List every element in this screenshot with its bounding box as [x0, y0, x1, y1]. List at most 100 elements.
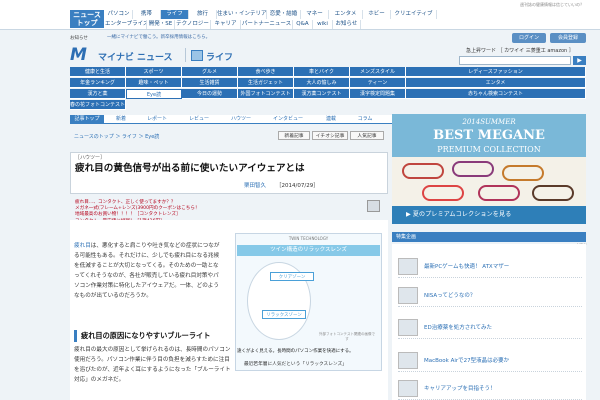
nav-pasokon[interactable]: パソコン [105, 10, 133, 19]
list-item[interactable]: 最新PCゲームも快適！ ATXマザー [398, 256, 582, 278]
list-item-title[interactable]: キャリアアップを目指そう！ [424, 384, 496, 392]
tag-featured[interactable]: イチオシ記事 [312, 131, 348, 140]
ad-footer-text: 最近若年層に人気だという「リラックスレンズ」 [244, 362, 347, 367]
tab-review[interactable]: レビュー [180, 115, 218, 124]
cat-kanji[interactable]: 漢字検定問題集 [350, 89, 406, 99]
login-button[interactable]: ログイン [512, 33, 546, 43]
cat-otona[interactable]: 大人の愉しみ [294, 78, 350, 88]
cat-tabearuki[interactable]: 食べ歩き [238, 67, 294, 77]
tab-rensai[interactable]: 連載 [316, 115, 346, 124]
glasses-image [422, 185, 464, 201]
cat-ladies[interactable]: レディースファッション [406, 67, 586, 77]
ad-top-label: TWIN TECHNOLOGY [288, 236, 329, 241]
mynavi-logo-mark[interactable]: M [70, 46, 96, 64]
article-date: ［2014/07/29］ [276, 183, 319, 189]
list-item[interactable]: ED治療薬を処方されてみた [398, 317, 582, 339]
banner-glasses-area [392, 157, 586, 206]
glasses-image [502, 165, 544, 181]
glasses-image [478, 185, 520, 201]
notice-label: お知らせ [70, 36, 88, 41]
cat-baby[interactable]: 赤ちゃん検索コンテスト [406, 89, 586, 99]
nav-oshirase[interactable]: お知らせ [333, 20, 361, 29]
cat-nenkin[interactable]: 年金ランキング [70, 78, 126, 88]
keyword-link[interactable]: 疲れ目 [74, 243, 91, 249]
sidebar-heading: 特集企画 [392, 232, 586, 242]
cat-kampo[interactable]: 漢方と薬 [70, 89, 126, 99]
tab-report[interactable]: レポート [138, 115, 176, 124]
cat-zakka[interactable]: 生活雑貨 [182, 78, 238, 88]
ad-note: 外部フォトコンテスト関連の画像です [319, 332, 375, 341]
nav-career[interactable]: キャリア [211, 20, 241, 29]
list-item[interactable]: キャリアアップを目指そう！ [398, 378, 582, 400]
news-top-logo[interactable]: ニュース トップ [70, 10, 104, 28]
cat-sports[interactable]: スポーツ [126, 67, 182, 77]
nav-sumai[interactable]: 住まい・インテリア [217, 10, 267, 19]
life-section-title[interactable]: ライフ [206, 50, 233, 63]
thumbnail [398, 258, 418, 275]
cat-kampo-contest[interactable]: 漢方薬コンテスト [294, 89, 350, 99]
nav-enterprise[interactable]: エンタープライズ [105, 20, 147, 29]
nav-ryoko[interactable]: 旅行 [189, 10, 217, 19]
tab-shinchaku[interactable]: 新着 [108, 115, 134, 124]
tab-howto[interactable]: ハウツー [222, 115, 260, 124]
cat-entame[interactable]: エンタメ [406, 78, 586, 88]
article-author[interactable]: 栗田智久 [244, 181, 266, 189]
nav-wiki[interactable]: wiki [313, 20, 333, 29]
list-item[interactable]: NISAってどうなの？ [398, 285, 582, 307]
cat-teen[interactable]: ティーン [350, 78, 406, 88]
article-headline: 疲れ目の黄色信号が出る前に使いたいアイウェアとは [75, 163, 305, 174]
print-icon[interactable] [367, 200, 380, 212]
list-item[interactable]: MacBook Airで27型液晶は必要か [398, 350, 582, 372]
cat-unsei[interactable]: 今日の運勢 [182, 89, 238, 99]
glasses-image [402, 163, 444, 179]
cat-mens[interactable]: メンズスタイル [350, 67, 406, 77]
tag-new-articles[interactable]: 新着記事 [278, 131, 310, 140]
tab-interview[interactable]: インタビュー [264, 115, 312, 124]
cat-shumi[interactable]: 趣味・ペット [126, 78, 182, 88]
nav-qa[interactable]: Q&A [293, 20, 313, 29]
banner-cta[interactable]: ▶ 夏のプレミアムコレクションを見る [392, 206, 586, 224]
recruit-link[interactable]: 一緒にマイナビで働こう。新卒採用情報はこちら。 [107, 34, 210, 40]
mynavi-news-logo[interactable]: マイナビ ニュース [98, 50, 173, 63]
nav-entame[interactable]: エンタメ [329, 10, 363, 19]
cat-photo[interactable]: 外国フォトコンテスト [238, 89, 294, 99]
section-heading: 疲れ目の原因になりやすいブルーライト [74, 330, 229, 342]
banner-subtitle: PREMIUM COLLECTION [437, 145, 541, 154]
list-item-title[interactable]: NISAってどうなの？ [424, 291, 475, 299]
glasses-image [532, 185, 574, 201]
cat-haru[interactable]: 春の花フォトコンテスト [70, 100, 126, 110]
article-paragraph-1: 疲れ目は、悪化すると肩こりや吐き気などの症状につながる可能性もある。それだけに、… [74, 241, 224, 301]
cat-kuruma[interactable]: 車とバイク [294, 67, 350, 77]
list-item-title[interactable]: MacBook Airで27型液晶は必要か [424, 356, 509, 364]
trending-words[interactable]: 急上昇ワード ［ カワイイ 三菱重工 amazon ］ [466, 47, 574, 54]
tab-column[interactable]: コラム [350, 115, 380, 124]
cat-kenko[interactable]: 健康と生活 [70, 67, 126, 77]
tab-kiji-top[interactable]: 記事トップ [70, 115, 104, 124]
nav-kaihatsu[interactable]: 開発・SE [147, 20, 175, 29]
logo-divider [185, 48, 186, 62]
cat-gadget[interactable]: 生活ガジェット [238, 78, 294, 88]
breadcrumb[interactable]: ニュースのトップ ＞ ライフ ＞ Eye読 [74, 133, 159, 140]
register-button[interactable]: 会員登録 [550, 33, 586, 43]
cat-eyedoku[interactable]: Eye読 [126, 89, 182, 99]
thumbnail [398, 287, 418, 304]
cat-gourmet[interactable]: グルメ [182, 67, 238, 77]
nav-hobby[interactable]: ホビー [363, 10, 391, 19]
nav-creative[interactable]: クリエイティブ [391, 10, 437, 19]
nav-technology[interactable]: テクノロジー [175, 20, 211, 29]
nav-money[interactable]: マネー [301, 10, 329, 19]
list-item-title[interactable]: ED治療薬を処方されてみた [424, 323, 492, 331]
thumbnail [398, 380, 418, 397]
nav-keitai[interactable]: 携帯 [133, 10, 161, 19]
nav-renai[interactable]: 恋愛・結婚 [267, 10, 301, 19]
search-button[interactable]: ▶ [573, 56, 586, 65]
search-input[interactable] [459, 56, 571, 65]
relax-zone-label: リラックスゾーン [262, 310, 306, 319]
thumbnail [398, 352, 418, 369]
list-item-title[interactable]: 最新PCゲームも快適！ ATXマザー [424, 262, 509, 270]
nav-life[interactable]: ライフ [161, 10, 189, 19]
glasses-image [452, 161, 494, 177]
nav-partner-news[interactable]: パートナーニュース [241, 20, 293, 29]
tag-popular[interactable]: 人気記事 [350, 131, 384, 140]
top-small-note: 週刊誌の健康情報は信じていいの？ [520, 2, 584, 7]
